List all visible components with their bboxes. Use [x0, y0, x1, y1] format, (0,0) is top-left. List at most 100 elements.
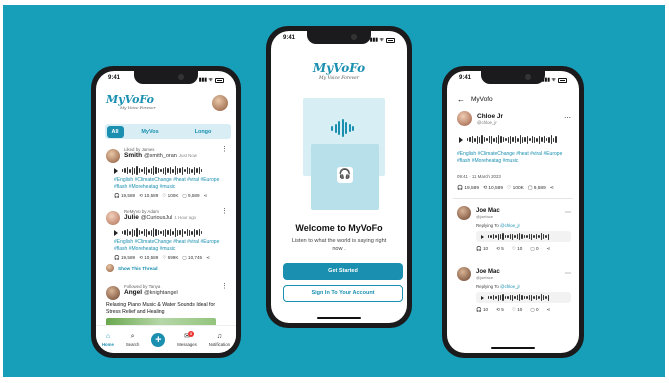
- audio-waveform[interactable]: [488, 293, 550, 302]
- status-icons: ▮▮▮ ᯤ: [370, 35, 395, 45]
- reply-stats: 🎧 10 ⟲ 5 ♡ 10 ▢ 0 ⋖: [476, 307, 571, 313]
- play-icon[interactable]: [459, 136, 463, 143]
- profile-avatar[interactable]: [212, 95, 228, 111]
- show-thread-link[interactable]: Show This Thread: [118, 266, 158, 271]
- nav-notification[interactable]: ♫ Notification: [209, 333, 230, 347]
- search-icon: ⌕: [130, 332, 135, 340]
- avatar[interactable]: [106, 211, 120, 225]
- comment-stat[interactable]: ▢ 9,589: [182, 193, 199, 199]
- repost-stat[interactable]: ⟲ 10,589: [483, 186, 503, 191]
- notch: [481, 71, 545, 84]
- get-started-button[interactable]: Get Started: [283, 263, 403, 280]
- feed-post[interactable]: Liked by James ⋮ Smith @smith_oran Just …: [106, 146, 228, 199]
- listens-stat[interactable]: 🎧 19,589: [114, 255, 135, 261]
- replying-to-handle[interactable]: @chloe_jr: [500, 223, 520, 228]
- more-icon[interactable]: ⋯: [565, 271, 571, 277]
- comment-stat[interactable]: ▢ 0: [530, 246, 538, 252]
- listens-stat[interactable]: 🎧 10: [476, 307, 488, 313]
- more-icon[interactable]: ⋯: [565, 210, 571, 216]
- detail-tags[interactable]: #English #ClimateChange #heat #viral #Eu…: [457, 151, 571, 165]
- thread-avatar: [106, 264, 114, 272]
- post-author[interactable]: Julie: [124, 214, 139, 221]
- sign-in-button[interactable]: Sign In To Your Account: [283, 285, 403, 302]
- battery-icon: [558, 77, 567, 83]
- tagline: My Voice Forever: [319, 76, 359, 81]
- repost-stat[interactable]: ⟲ 10,589: [139, 255, 158, 261]
- phone-feed: 9:41 ▮▮▮ ᯤ MyVoFo My Voice Forever All M…: [91, 66, 241, 358]
- nav-create[interactable]: +: [151, 332, 166, 347]
- tab-longo[interactable]: Longo: [177, 129, 230, 135]
- nav-home[interactable]: ⌂ Home: [102, 333, 114, 347]
- author-avatar[interactable]: [457, 111, 472, 126]
- avatar[interactable]: [106, 286, 120, 300]
- stage: 9:41 ▮▮▮ ᯤ MyVoFo My Voice Forever All M…: [0, 0, 669, 383]
- more-icon[interactable]: ⋮: [221, 208, 228, 215]
- audio-waveform[interactable]: [122, 166, 203, 175]
- avatar[interactable]: [106, 149, 120, 163]
- reply-item[interactable]: Joe Mac @joeface ⋯ Replying To @chloe_jr…: [457, 206, 571, 252]
- reply-handle: @joeface: [476, 274, 493, 280]
- nav-search[interactable]: ⌕ Search: [126, 333, 140, 347]
- more-icon[interactable]: ⋮: [221, 146, 228, 153]
- nav-messages[interactable]: ✉ 8 Messages: [177, 330, 197, 347]
- home-indicator: [317, 317, 361, 319]
- reply-audio[interactable]: [476, 292, 571, 303]
- listens-stat[interactable]: 🎧 19,589: [457, 186, 479, 191]
- share-icon[interactable]: ⋖: [547, 307, 551, 313]
- share-icon[interactable]: ⋖: [204, 193, 208, 199]
- tab-all[interactable]: All: [106, 125, 124, 138]
- play-icon[interactable]: [114, 229, 118, 236]
- like-stat[interactable]: ♡ 10: [512, 307, 523, 313]
- post-tags[interactable]: #English #ClimateChange #heat #viral #Eu…: [114, 177, 228, 191]
- avatar[interactable]: [457, 267, 471, 281]
- repost-stat[interactable]: ⟲ 10,589: [139, 193, 158, 199]
- audio-waveform[interactable]: [122, 228, 203, 237]
- post-time: Just Now: [178, 153, 197, 158]
- back-arrow-icon[interactable]: ←: [457, 95, 465, 104]
- post-stats: 🎧 19,589 ⟲ 10,589 ♡ 599K ▢ 10,745 ⋖: [114, 255, 228, 261]
- home-indicator: [491, 347, 535, 349]
- replying-to-handle[interactable]: @chloe_jr: [500, 284, 520, 289]
- share-icon[interactable]: ⋖: [206, 255, 210, 261]
- reply-item[interactable]: Joe Mac @joeface ⋯ Replying To @chloe_jr…: [457, 267, 571, 313]
- avatar[interactable]: [457, 206, 471, 220]
- like-stat[interactable]: ♡ 599K: [162, 255, 178, 261]
- comment-stat[interactable]: ▢ 10,745: [182, 255, 202, 261]
- like-stat[interactable]: ♡ 100K: [507, 186, 524, 191]
- replying-to: Replying To @chloe_jr: [476, 284, 520, 289]
- status-icons: ▮▮▮ ᯤ: [199, 75, 224, 85]
- comment-stat[interactable]: ▢ 0: [530, 307, 538, 313]
- app-logo: MyVoFo: [312, 61, 366, 75]
- author-name[interactable]: Chloe Jr: [477, 113, 564, 120]
- status-time: 9:41: [283, 35, 296, 41]
- tab-myvos[interactable]: MyVos: [124, 129, 177, 135]
- post-text: Relaxing Piano Music & Water Sounds Idea…: [106, 302, 216, 315]
- like-stat[interactable]: ♡ 100K: [162, 193, 178, 199]
- repost-stat[interactable]: ⟲ 5: [496, 307, 504, 313]
- reply-audio[interactable]: [476, 231, 571, 242]
- play-icon[interactable]: [114, 167, 118, 174]
- post-author[interactable]: Angel: [124, 289, 142, 296]
- post-handle: @smith_oran: [144, 152, 177, 159]
- post-tags[interactable]: #English #ClimateChange #heat #viral #Eu…: [114, 239, 228, 253]
- play-icon[interactable]: [481, 234, 484, 239]
- share-icon[interactable]: ⋖: [547, 246, 551, 252]
- share-icon[interactable]: ⋖: [550, 186, 554, 191]
- repost-stat[interactable]: ⟲ 5: [496, 246, 504, 252]
- listens-stat[interactable]: 🎧 10: [476, 246, 488, 252]
- detail-screen: 9:41 ▮▮▮ ᯤ ← MyVofo Chloe Jr @chloe_jr ⋯…: [447, 71, 579, 353]
- like-stat[interactable]: ♡ 10: [512, 246, 523, 252]
- post-time: 1 Hour ago: [174, 215, 197, 220]
- post-author[interactable]: Smith: [124, 152, 142, 159]
- audio-waveform[interactable]: [488, 232, 550, 241]
- play-icon[interactable]: [481, 295, 484, 300]
- comment-stat[interactable]: ▢ 9,589: [528, 186, 546, 191]
- messages-badge: 8: [187, 330, 194, 337]
- more-icon[interactable]: ⋮: [221, 283, 228, 290]
- welcome-subtitle: Listen to what the world is saying right…: [291, 238, 387, 252]
- listens-stat[interactable]: 🎧 19,589: [114, 193, 135, 199]
- battery-icon: [215, 77, 224, 83]
- more-icon[interactable]: ⋯: [564, 115, 571, 122]
- feed-post[interactable]: ReMyVo by Adam ⋮ Julie @CuriousJul 1 Hou…: [106, 208, 228, 272]
- audio-waveform[interactable]: [467, 135, 557, 144]
